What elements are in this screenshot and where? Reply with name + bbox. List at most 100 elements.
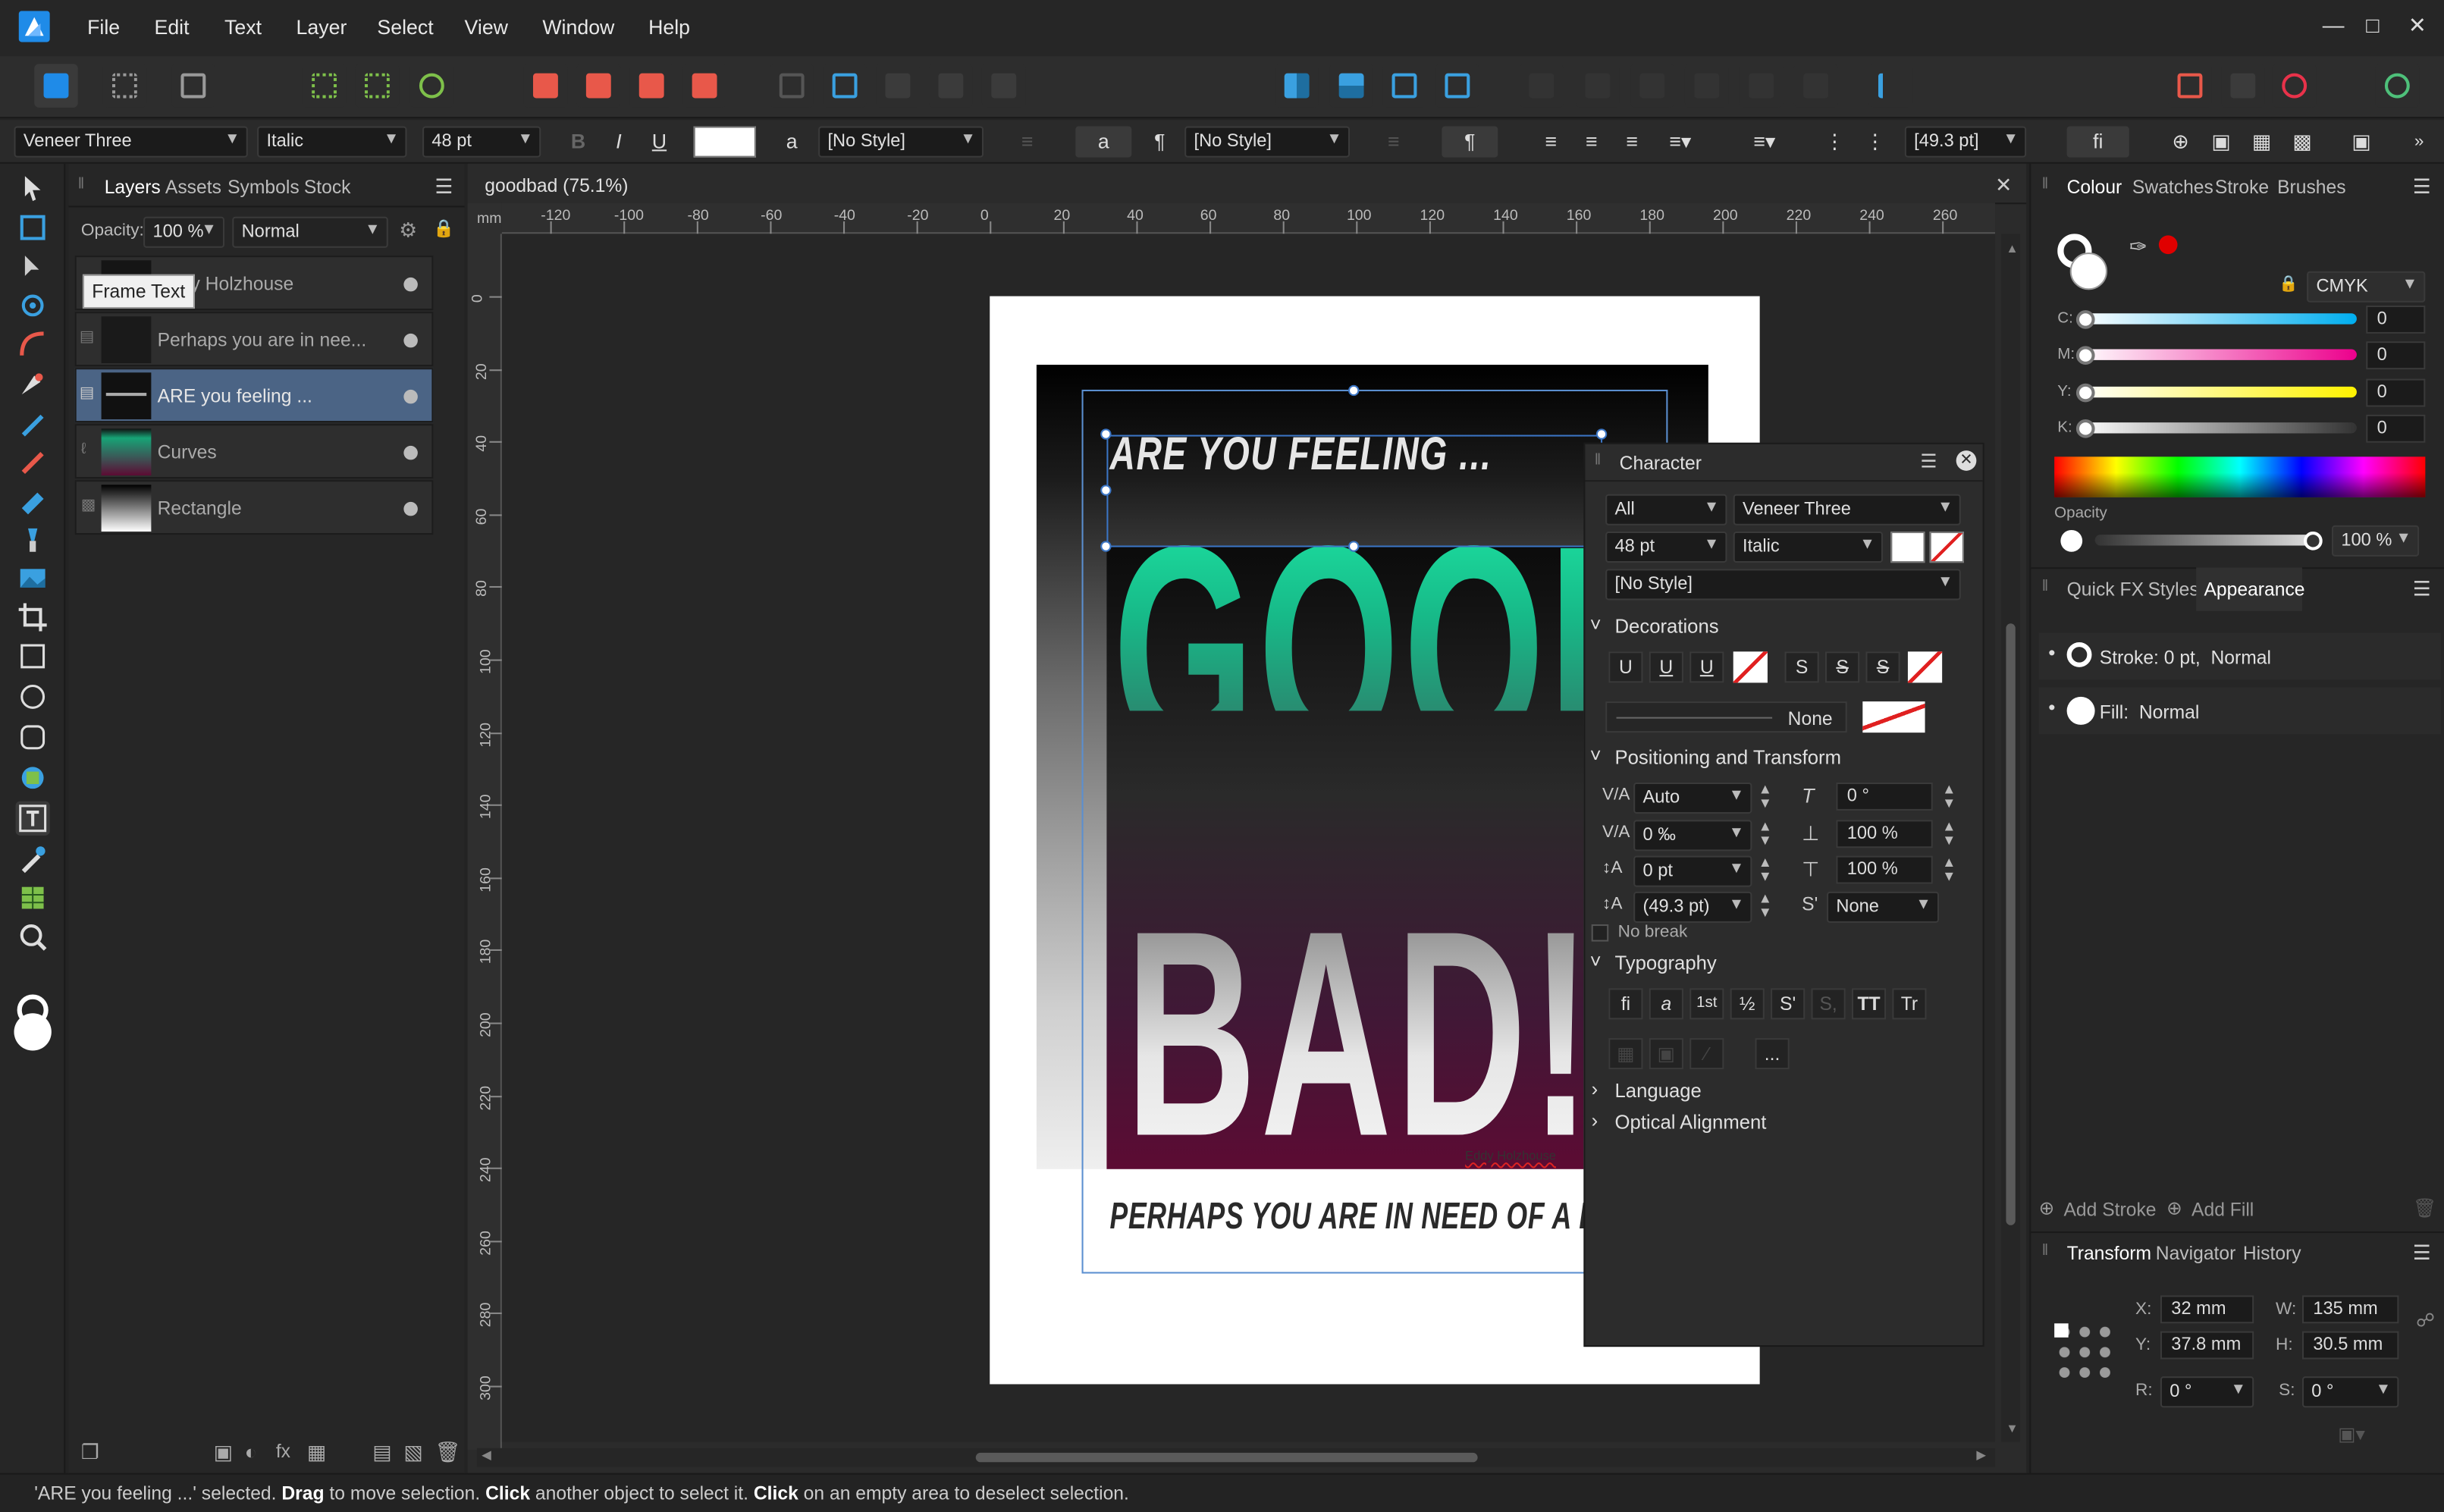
menu-file[interactable]: File [87, 16, 120, 39]
kerning-dropdown[interactable]: Auto ▼ [1633, 782, 1752, 814]
subscript-button[interactable]: S, [1811, 988, 1846, 1020]
table-tool-icon[interactable] [16, 880, 50, 914]
m-slider[interactable] [2079, 349, 2357, 360]
vertical-align-icon[interactable]: ≡▾ [1737, 127, 1793, 158]
font-size-dropdown[interactable]: 48 pt ▼ [422, 126, 541, 158]
stylistic-alternates-button[interactable]: a [1649, 988, 1683, 1020]
c-input[interactable]: 0 [2366, 305, 2426, 334]
anchor-icon[interactable] [823, 64, 867, 108]
typography-section[interactable]: Typography [1614, 952, 1716, 974]
align-3-icon[interactable] [1630, 64, 1674, 108]
move-tool-icon[interactable] [16, 171, 50, 205]
adjustment-icon[interactable]: ◐ [245, 1440, 257, 1463]
decorations-section[interactable]: Decorations [1614, 616, 1718, 638]
horizontal-scale-stepper-icon[interactable]: ▲ ▼ [1942, 855, 1956, 884]
alignment-icon[interactable] [1868, 64, 1913, 108]
k-slider-knob[interactable] [2075, 419, 2095, 438]
character-panel-close-icon[interactable]: ✕ [1956, 450, 1977, 471]
char-color-swatch[interactable] [1890, 531, 1925, 563]
tab-assets[interactable]: Assets [165, 176, 221, 198]
rotate-left-icon[interactable] [1382, 64, 1426, 108]
fx-icon[interactable]: fx [276, 1440, 290, 1462]
snapping-1-icon[interactable] [302, 64, 347, 108]
shear-stepper-icon[interactable]: ▲ ▼ [1942, 782, 1956, 811]
scroll-right-icon[interactable]: ▶ [1976, 1448, 1986, 1463]
justify-icon[interactable]: ≡▾ [1655, 127, 1705, 158]
user-account-icon[interactable] [2375, 64, 2420, 108]
baseline-dropdown[interactable]: 0 pt ▼ [1633, 855, 1752, 887]
rectangle-tool-icon[interactable] [16, 639, 50, 673]
add-stroke-button[interactable]: Add Stroke [2063, 1199, 2156, 1221]
panel-menu-icon[interactable]: ☰ [435, 174, 453, 199]
snapping-3-icon[interactable] [409, 64, 454, 108]
artboard-tool-icon[interactable] [16, 211, 50, 245]
export-persona-button[interactable] [171, 64, 215, 108]
tab-appearance[interactable]: Appearance [2204, 579, 2304, 601]
maximize-icon[interactable]: □ [2366, 12, 2379, 37]
align-4-icon[interactable] [1684, 64, 1729, 108]
menu-layer[interactable]: Layer [296, 16, 347, 39]
y-slider[interactable] [2079, 386, 2357, 398]
horizontal-scrollbar[interactable]: ◀ ▶ [476, 1448, 1996, 1467]
colour-opacity-dropdown[interactable]: 100 % ▼ [2332, 525, 2420, 557]
panel-grip-icon[interactable]: ‖ [1595, 452, 1602, 469]
panel-grip-icon[interactable]: ‖ [2042, 176, 2049, 193]
k-slider[interactable] [2079, 422, 2357, 434]
vertical-scale-input[interactable]: 100 % [1836, 820, 1933, 849]
menu-help[interactable]: Help [648, 16, 690, 39]
fill-stroke-swatch-icon[interactable] [14, 994, 52, 1051]
positioning-chevron-icon[interactable]: ˅ [1590, 745, 1602, 767]
paragraph-style-dropdown[interactable]: [No Style] ▼ [1184, 126, 1351, 158]
shear-input[interactable]: 0 ° [1836, 782, 1933, 811]
artistic-text-tool-icon[interactable] [15, 801, 50, 836]
arrange-forward-icon[interactable] [629, 64, 673, 108]
small-caps-button[interactable]: Tr [1892, 988, 1927, 1020]
add-fill-button[interactable]: Add Fill [2191, 1199, 2254, 1221]
char-leading-dropdown[interactable]: (49.3 pt) ▼ [1633, 891, 1752, 923]
vertical-scrollbar[interactable]: ▲ ▼ [2001, 234, 2020, 1442]
arrange-back-icon[interactable] [523, 64, 568, 108]
align-1-icon[interactable] [1520, 64, 1564, 108]
colour-opacity-slider[interactable] [2094, 535, 2314, 546]
char-font-dropdown[interactable]: Veneer Three ▼ [1733, 494, 1961, 525]
text-transform-5-icon[interactable]: ▣ [2344, 127, 2378, 158]
baseline-stepper-icon[interactable]: ▲ ▼ [1758, 855, 1772, 884]
no-break-checkbox[interactable] [1591, 924, 1609, 942]
fill-row[interactable]: ● Fill: Normal [2038, 687, 2441, 735]
font-style-dropdown[interactable]: Italic ▼ [257, 126, 407, 158]
menu-text[interactable]: Text [224, 16, 262, 39]
tab-stroke[interactable]: Stroke [2215, 176, 2269, 198]
flip-horizontal-icon[interactable] [1275, 64, 1319, 108]
clear-style-icon[interactable]: ≡ [1010, 127, 1044, 158]
rotation-dropdown[interactable]: 0 ° ▼ [2160, 1376, 2254, 1408]
typo-disabled-1-icon[interactable]: ▦ [1608, 1038, 1643, 1070]
geometry-2-icon[interactable] [929, 64, 973, 108]
c-slider[interactable] [2079, 313, 2357, 325]
tab-swatches[interactable]: Swatches [2132, 176, 2213, 198]
strike-color-swatch[interactable] [1907, 651, 1943, 683]
place-image-tool-icon[interactable] [16, 561, 50, 595]
tracking-dropdown[interactable]: 0 ‰ ▼ [1633, 820, 1752, 852]
rounded-rectangle-tool-icon[interactable] [16, 720, 50, 754]
eyedropper-icon[interactable]: ✑ [2129, 234, 2148, 260]
arrange-backward-icon[interactable] [576, 64, 621, 108]
fractions-button[interactable]: ½ [1730, 988, 1765, 1020]
underline-single-button[interactable]: U [1608, 651, 1643, 683]
selection-handle[interactable] [1348, 541, 1360, 552]
horizontal-scroll-thumb[interactable] [975, 1452, 1478, 1463]
node-tool-icon[interactable] [16, 249, 50, 284]
live-filter-icon[interactable]: ▦ [307, 1440, 326, 1465]
blend-mode-dropdown[interactable]: Normal ▼ [232, 216, 388, 248]
bullets-icon[interactable]: ⋮ [1818, 127, 1852, 158]
typography-chevron-icon[interactable]: ˅ [1590, 951, 1602, 973]
positioning-section[interactable]: Positioning and Transform [1614, 747, 1840, 769]
menu-view[interactable]: View [465, 16, 508, 39]
pen-tool-icon[interactable] [16, 366, 50, 400]
character-style-dropdown[interactable]: [No Style] ▼ [818, 126, 984, 158]
designer-persona-button[interactable] [34, 64, 78, 108]
vertical-scroll-thumb[interactable] [2006, 623, 2016, 1225]
character-panel-header[interactable]: ‖ Character ☰ ✕ [1585, 444, 1983, 482]
add-layer-icon[interactable]: ▤ [372, 1440, 391, 1465]
preview-icon[interactable] [2221, 64, 2265, 108]
ligatures-button[interactable]: fi [1608, 988, 1643, 1020]
